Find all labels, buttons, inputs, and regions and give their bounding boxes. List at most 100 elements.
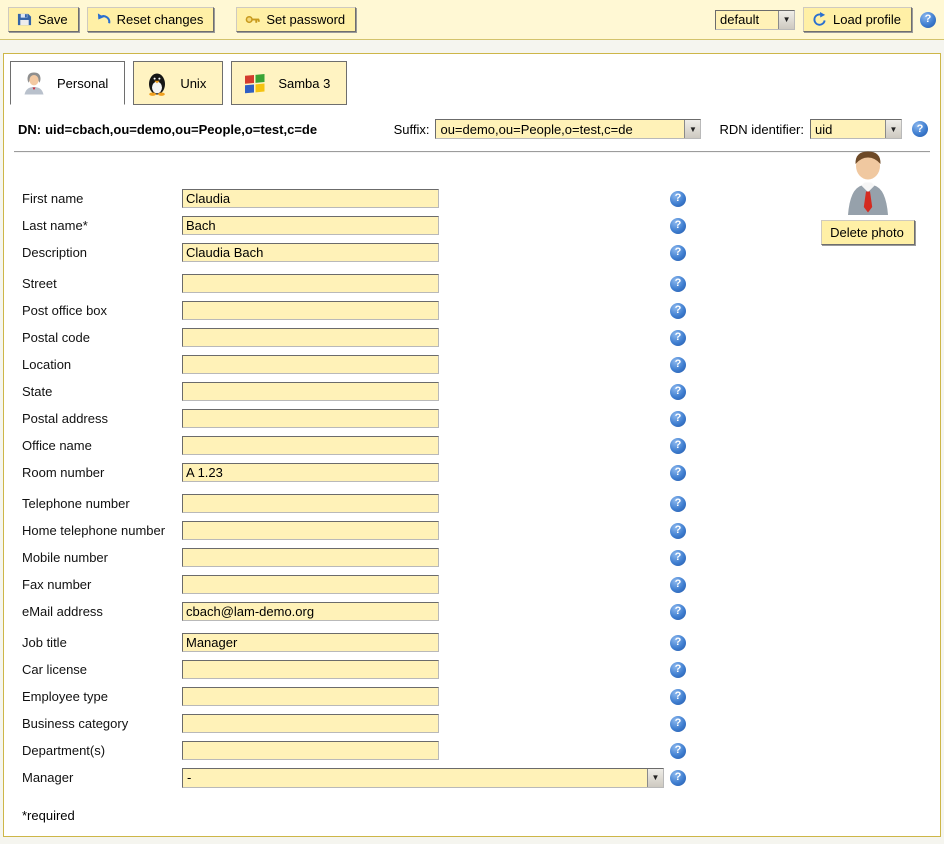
- help-icon[interactable]: ?: [670, 330, 686, 346]
- help-icon[interactable]: ?: [670, 743, 686, 759]
- help-icon[interactable]: ?: [670, 438, 686, 454]
- help-icon[interactable]: ?: [670, 276, 686, 292]
- tab-samba3-label: Samba 3: [278, 76, 330, 91]
- field-label: Post office box: [22, 303, 182, 318]
- field-input[interactable]: [182, 463, 439, 482]
- dropdown-arrow-icon[interactable]: ▼: [684, 120, 700, 138]
- field-label: Location: [22, 357, 182, 372]
- form-row: Department(s)?: [22, 737, 940, 764]
- field-input[interactable]: [182, 521, 439, 540]
- field-input[interactable]: [182, 409, 439, 428]
- field-input[interactable]: [182, 243, 439, 262]
- save-icon: [17, 12, 32, 27]
- field-input[interactable]: [182, 687, 439, 706]
- help-icon[interactable]: ?: [670, 550, 686, 566]
- field-input[interactable]: [182, 494, 439, 513]
- field-input[interactable]: [182, 714, 439, 733]
- help-icon[interactable]: ?: [670, 662, 686, 678]
- form-row: Fax number?: [22, 571, 940, 598]
- help-icon[interactable]: ?: [670, 303, 686, 319]
- field-select[interactable]: -▼: [182, 768, 664, 788]
- field-label: Office name: [22, 438, 182, 453]
- help-icon[interactable]: ?: [670, 635, 686, 651]
- field-input[interactable]: [182, 436, 439, 455]
- input-cell: [182, 660, 664, 679]
- help-icon[interactable]: ?: [670, 716, 686, 732]
- input-cell: [182, 575, 664, 594]
- suffix-select[interactable]: ou=demo,ou=People,o=test,c=de ▼: [435, 119, 701, 139]
- load-profile-button[interactable]: Load profile: [803, 7, 912, 32]
- help-icon[interactable]: ?: [670, 496, 686, 512]
- reset-changes-button[interactable]: Reset changes: [87, 7, 215, 32]
- field-label: Job title: [22, 635, 182, 650]
- tux-icon: [144, 70, 170, 96]
- refresh-icon: [812, 12, 827, 27]
- tab-samba3[interactable]: Samba 3: [231, 61, 347, 105]
- dropdown-arrow-icon[interactable]: ▼: [885, 120, 901, 138]
- field-label: eMail address: [22, 604, 182, 619]
- help-icon[interactable]: ?: [670, 465, 686, 481]
- dropdown-arrow-icon[interactable]: ▼: [647, 769, 663, 787]
- help-icon[interactable]: ?: [670, 577, 686, 593]
- field-input[interactable]: [182, 741, 439, 760]
- user-photo: [842, 149, 894, 218]
- form-fields: First name?Last name*?Description?Street…: [22, 185, 940, 791]
- field-input[interactable]: [182, 382, 439, 401]
- input-cell: [182, 355, 664, 374]
- delete-photo-button[interactable]: Delete photo: [821, 220, 915, 245]
- tab-unix[interactable]: Unix: [133, 61, 223, 105]
- windows-icon: [242, 70, 268, 96]
- set-password-button[interactable]: Set password: [236, 7, 356, 32]
- help-icon[interactable]: ?: [670, 689, 686, 705]
- suffix-group: Suffix: ou=demo,ou=People,o=test,c=de ▼: [394, 119, 702, 139]
- field-input[interactable]: [182, 602, 439, 621]
- help-icon[interactable]: ?: [920, 12, 936, 28]
- field-select-value: -: [183, 770, 647, 785]
- field-input[interactable]: [182, 216, 439, 235]
- person-icon: [21, 70, 47, 96]
- help-icon[interactable]: ?: [670, 523, 686, 539]
- field-input[interactable]: [182, 633, 439, 652]
- input-cell: [182, 714, 664, 733]
- field-input[interactable]: [182, 548, 439, 567]
- field-input[interactable]: [182, 274, 439, 293]
- field-input[interactable]: [182, 660, 439, 679]
- field-label: Street: [22, 276, 182, 291]
- help-icon[interactable]: ?: [670, 218, 686, 234]
- rdn-group: RDN identifier: uid ▼: [719, 119, 902, 139]
- field-label: Fax number: [22, 577, 182, 592]
- help-icon[interactable]: ?: [670, 604, 686, 620]
- profile-select[interactable]: default ▼: [715, 10, 795, 30]
- rdn-select-value: uid: [811, 122, 885, 137]
- input-cell: [182, 436, 664, 455]
- dropdown-arrow-icon[interactable]: ▼: [778, 11, 794, 29]
- main-panel: Personal Unix Samba 3 DN:uid=cbach,ou=de…: [3, 53, 941, 837]
- help-icon[interactable]: ?: [670, 245, 686, 261]
- dn-bar: DN:uid=cbach,ou=demo,ou=People,o=test,c=…: [4, 105, 940, 149]
- field-label: Last name*: [22, 218, 182, 233]
- field-input[interactable]: [182, 189, 439, 208]
- input-cell: [182, 602, 664, 621]
- tab-personal[interactable]: Personal: [10, 61, 125, 105]
- required-note: *required: [22, 808, 940, 823]
- field-input[interactable]: [182, 301, 439, 320]
- form-row: Telephone number?: [22, 490, 940, 517]
- help-icon[interactable]: ?: [670, 357, 686, 373]
- rdn-select[interactable]: uid ▼: [810, 119, 902, 139]
- input-cell: [182, 521, 664, 540]
- suffix-select-value: ou=demo,ou=People,o=test,c=de: [436, 122, 684, 137]
- help-icon[interactable]: ?: [670, 411, 686, 427]
- set-password-label: Set password: [266, 12, 345, 27]
- field-input[interactable]: [182, 328, 439, 347]
- form-row: Location?: [22, 351, 940, 378]
- field-input[interactable]: [182, 355, 439, 374]
- help-icon[interactable]: ?: [912, 121, 928, 137]
- form-row: Job title?: [22, 629, 940, 656]
- help-icon[interactable]: ?: [670, 384, 686, 400]
- save-button[interactable]: Save: [8, 7, 79, 32]
- help-icon[interactable]: ?: [670, 770, 686, 786]
- form-row: First name?: [22, 185, 940, 212]
- help-icon[interactable]: ?: [670, 191, 686, 207]
- field-input[interactable]: [182, 575, 439, 594]
- form-row: Last name*?: [22, 212, 940, 239]
